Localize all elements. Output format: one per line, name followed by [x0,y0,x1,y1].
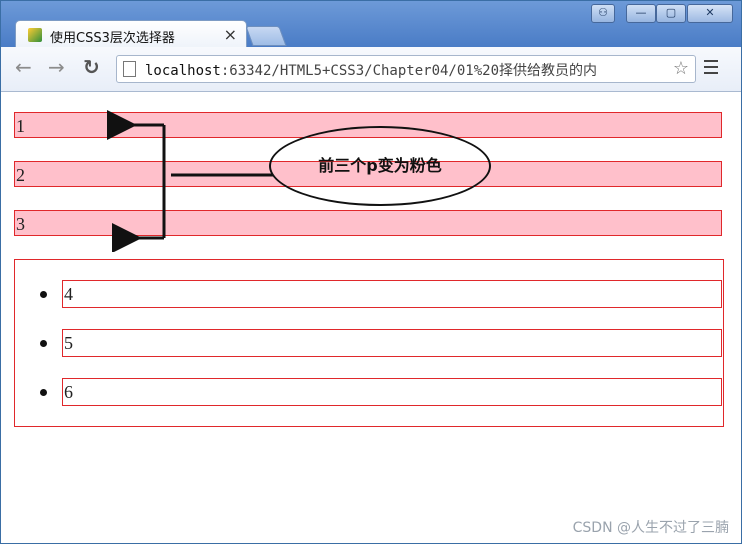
minimize-button[interactable]: — [626,4,656,23]
favicon-icon [28,28,42,42]
url-text[interactable]: localhost:63342/HTML5+CSS3/Chapter04/01%… [145,60,665,80]
bullet-icon [40,389,47,396]
forward-arrow-icon[interactable]: → [48,57,65,77]
new-tab-button[interactable] [245,26,287,46]
page-icon [123,61,136,77]
bullet-icon [40,291,47,298]
list-container: 4 5 6 [14,259,724,427]
address-bar[interactable]: localhost:63342/HTML5+CSS3/Chapter04/01%… [116,55,696,83]
list-item-5: 5 [62,329,722,357]
list-item-4: 4 [62,280,722,308]
callout-ellipse: 前三个p变为粉色 [269,126,491,206]
bullet-icon [40,340,47,347]
maximize-button[interactable]: ▢ [656,4,686,23]
back-arrow-icon[interactable]: ← [15,57,32,77]
tab-active[interactable]: 使用CSS3层次选择器 × [15,20,247,48]
title-bar: 使用CSS3层次选择器 × ⚇ — ▢ ✕ [1,1,741,48]
list-item-6: 6 [62,378,722,406]
toolbar: ← → ↻ localhost:63342/HTML5+CSS3/Chapter… [1,47,741,92]
profile-icon[interactable]: ⚇ [591,4,615,23]
watermark: CSDN @人生不过了三腩 [572,520,729,536]
browser-window: 使用CSS3层次选择器 × ⚇ — ▢ ✕ ← → ↻ localhost:63… [0,0,742,544]
reload-icon[interactable]: ↻ [83,57,100,77]
menu-icon[interactable] [704,60,718,74]
page-content: 1 2 3 4 5 6 前三个p变为粉色 CSDN @人生不过了三腩 [1,92,741,543]
tab-title: 使用CSS3层次选择器 [50,31,175,46]
callout-text: 前三个p变为粉色 [318,156,442,175]
bookmark-star-icon[interactable]: ☆ [673,58,689,79]
tab-close-icon[interactable]: × [224,25,237,44]
close-window-button[interactable]: ✕ [687,4,733,23]
